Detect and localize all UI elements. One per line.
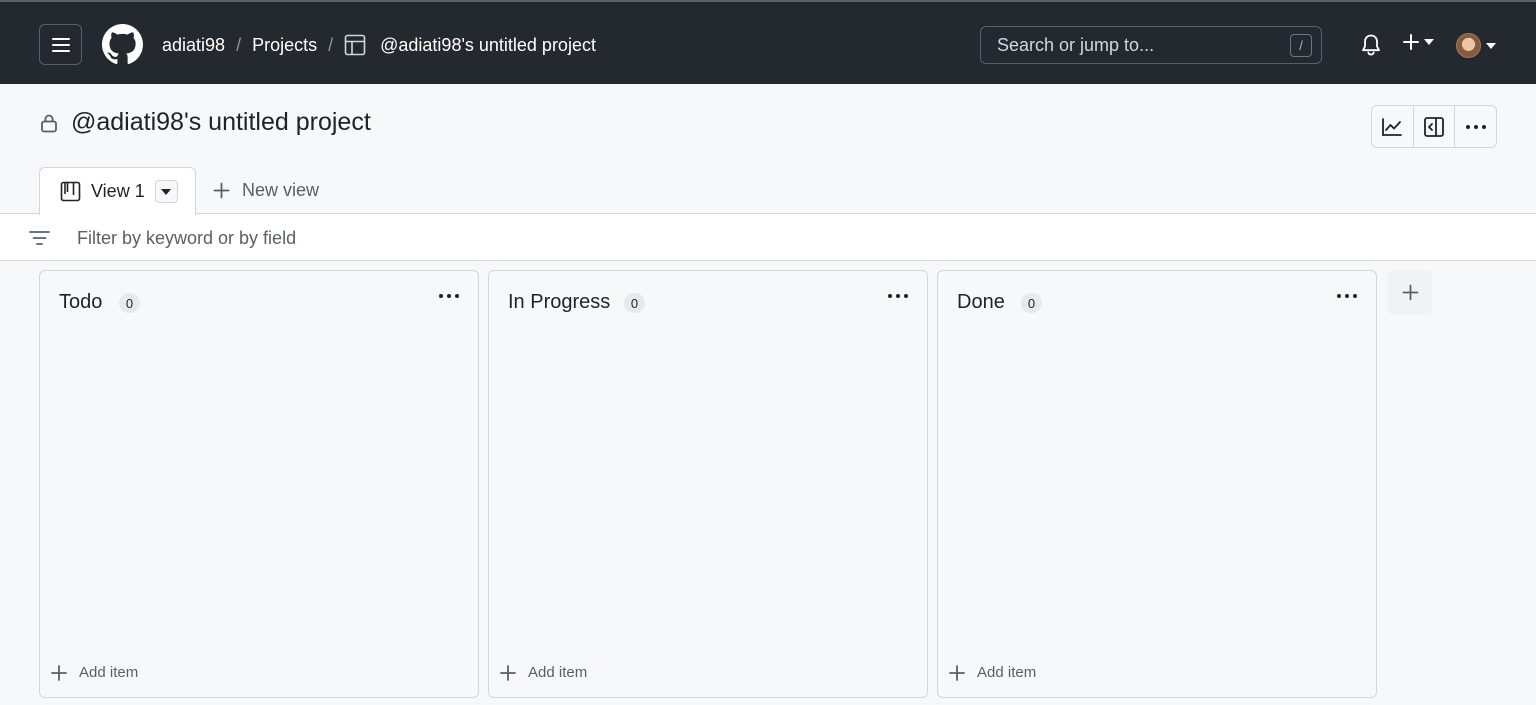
search-shortcut-key: /	[1290, 34, 1312, 57]
kebab-icon[interactable]	[438, 293, 460, 299]
caret-down-icon	[161, 188, 172, 195]
column-count-badge: 0	[624, 293, 645, 313]
breadcrumb-separator: /	[328, 34, 334, 55]
kebab-icon	[1465, 124, 1486, 129]
plus-icon	[500, 664, 516, 681]
board-column-todo: Todo 0 Add item	[39, 270, 479, 698]
insights-button[interactable]	[1372, 106, 1414, 147]
column-count-badge: 0	[1021, 293, 1042, 313]
avatar	[1456, 33, 1481, 58]
insights-icon	[1382, 117, 1403, 136]
caret-down-icon	[1424, 39, 1434, 45]
search-input[interactable]: Search or jump to... /	[980, 26, 1322, 64]
filter-bar[interactable]: Filter by keyword or by field	[0, 213, 1536, 261]
breadcrumb-project-link[interactable]: @adiati98's untitled project	[380, 35, 596, 56]
view-options-dropdown[interactable]	[154, 180, 178, 203]
kebab-icon[interactable]	[1336, 293, 1358, 299]
side-panel-icon	[1424, 116, 1444, 137]
plus-icon	[1403, 34, 1419, 50]
side-panel-button[interactable]	[1414, 106, 1456, 147]
column-title: Todo	[59, 291, 103, 313]
plus-icon	[51, 664, 67, 681]
caret-down-icon	[1486, 42, 1496, 49]
lock-icon	[41, 114, 57, 132]
column-title: In Progress	[508, 291, 611, 313]
table-icon	[344, 34, 366, 56]
create-new-button[interactable]	[1402, 33, 1434, 51]
github-logo-icon[interactable]	[102, 24, 143, 65]
breadcrumb-projects-link[interactable]: Projects	[252, 35, 317, 56]
page-title: @adiati98's untitled project	[71, 108, 371, 136]
plus-icon	[213, 182, 230, 199]
add-item-button[interactable]: Add item	[949, 664, 1036, 681]
search-placeholder: Search or jump to...	[997, 34, 1155, 55]
tab-label: View 1	[91, 181, 145, 201]
board-icon	[60, 181, 81, 202]
hamburger-icon	[51, 37, 70, 52]
bell-icon	[1362, 34, 1380, 56]
project-actions-group	[1371, 105, 1497, 148]
filter-icon	[29, 231, 50, 245]
plus-icon	[1402, 284, 1418, 301]
plus-icon	[949, 664, 965, 681]
column-count-badge: 0	[119, 293, 140, 313]
column-title: Done	[957, 291, 1005, 313]
board-column-in-progress: In Progress 0 Add item	[488, 270, 928, 698]
add-item-button[interactable]: Add item	[51, 664, 138, 681]
add-column-button[interactable]	[1388, 270, 1432, 315]
add-item-button[interactable]: Add item	[500, 664, 587, 681]
project-title-row: @adiati98's untitled project	[39, 108, 371, 137]
add-item-label: Add item	[528, 664, 588, 681]
global-header: adiati98 / Projects / @adiati98's untitl…	[0, 0, 1536, 84]
more-options-button[interactable]	[1455, 106, 1496, 147]
new-view-label: New view	[242, 180, 320, 200]
breadcrumb-separator: /	[236, 34, 242, 55]
breadcrumb-owner-link[interactable]: adiati98	[162, 35, 225, 56]
board-column-done: Done 0 Add item	[937, 270, 1377, 698]
user-menu-button[interactable]	[1456, 33, 1496, 58]
tab-view-1[interactable]: View 1	[39, 167, 196, 215]
kebab-icon[interactable]	[887, 293, 909, 299]
notifications-button[interactable]	[1360, 33, 1382, 62]
new-view-button[interactable]: New view	[213, 180, 319, 201]
breadcrumb: adiati98 / Projects / @adiati98's untitl…	[162, 32, 596, 58]
filter-input[interactable]: Filter by keyword or by field	[77, 228, 296, 249]
hamburger-menu-button[interactable]	[39, 24, 82, 65]
add-item-label: Add item	[79, 664, 139, 681]
add-item-label: Add item	[977, 664, 1037, 681]
